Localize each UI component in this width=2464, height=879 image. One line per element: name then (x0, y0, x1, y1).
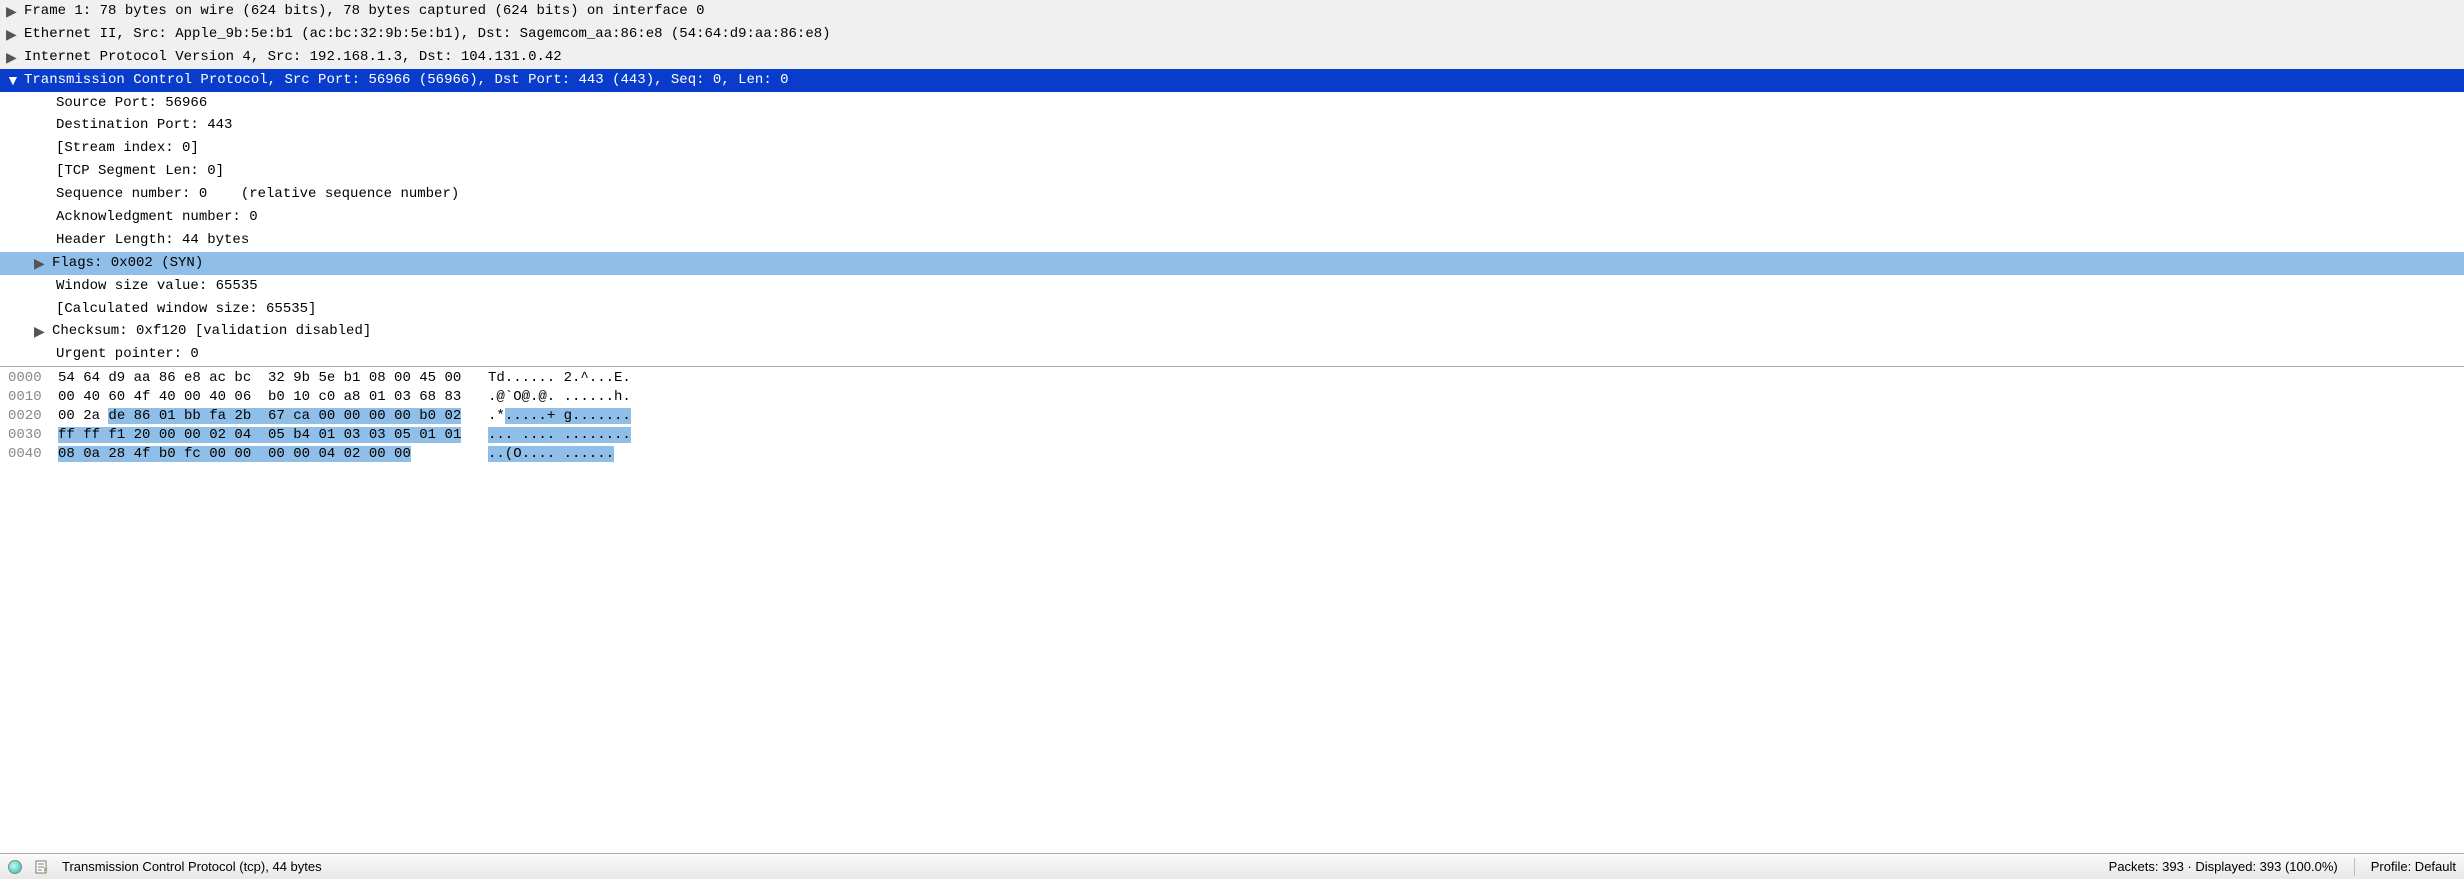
tree-item-src-port[interactable]: Source Port: 56966 (0, 92, 2464, 115)
hex-offset: 0040 (8, 445, 58, 464)
hex-bytes[interactable]: 00 2a de 86 01 bb fa 2b 67 ca 00 00 00 0… (58, 407, 488, 426)
hex-ascii-highlight: .....+ g....... (505, 408, 631, 424)
capture-status-led-icon[interactable] (8, 860, 22, 874)
tree-item-seq[interactable]: Sequence number: 0 (relative sequence nu… (0, 183, 2464, 206)
tree-item-stream-index[interactable]: [Stream index: 0] (0, 137, 2464, 160)
tree-label: Urgent pointer: 0 (56, 345, 199, 364)
hex-row[interactable]: 0030ff ff f1 20 00 00 02 04 05 b4 01 03 … (8, 426, 2464, 445)
hex-row[interactable]: 001000 40 60 4f 40 00 40 06 b0 10 c0 a8 … (8, 388, 2464, 407)
tree-label: Acknowledgment number: 0 (56, 208, 258, 227)
hex-bytes-highlight: ff ff f1 20 00 00 02 04 05 b4 01 03 03 0… (58, 427, 461, 443)
tree-label: Window size value: 65535 (56, 277, 258, 296)
hex-ascii[interactable]: .*.....+ g....... (488, 407, 631, 426)
tree-label: Internet Protocol Version 4, Src: 192.16… (24, 48, 562, 67)
tree-item-checksum[interactable]: ▶ Checksum: 0xf120 [validation disabled] (0, 320, 2464, 343)
hex-offset: 0020 (8, 407, 58, 426)
expert-info-icon[interactable] (34, 859, 50, 875)
hex-offset: 0030 (8, 426, 58, 445)
hex-bytes-highlight: de 86 01 bb fa 2b 67 ca 00 00 00 00 b0 0… (108, 408, 461, 424)
hex-offset: 0010 (8, 388, 58, 407)
status-field-text[interactable]: Transmission Control Protocol (tcp), 44 … (62, 859, 322, 874)
tree-item-urgent-pointer[interactable]: Urgent pointer: 0 (0, 343, 2464, 366)
hex-bytes-highlight: 08 0a 28 4f b0 fc 00 00 00 00 04 02 00 0… (58, 446, 411, 462)
packet-details-pane[interactable]: ▶ Frame 1: 78 bytes on wire (624 bits), … (0, 0, 2464, 366)
chevron-right-icon[interactable]: ▶ (6, 25, 24, 44)
tree-item-segment-len[interactable]: [TCP Segment Len: 0] (0, 160, 2464, 183)
tree-item-frame[interactable]: ▶ Frame 1: 78 bytes on wire (624 bits), … (0, 0, 2464, 23)
tree-item-header-length[interactable]: Header Length: 44 bytes (0, 229, 2464, 252)
tree-label: Header Length: 44 bytes (56, 231, 249, 250)
tree-label: Frame 1: 78 bytes on wire (624 bits), 78… (24, 2, 705, 21)
tree-item-ethernet[interactable]: ▶ Ethernet II, Src: Apple_9b:5e:b1 (ac:b… (0, 23, 2464, 46)
tree-label: Destination Port: 443 (56, 116, 232, 135)
hex-ascii-highlight: ..(O.... ...... (488, 446, 614, 462)
hex-ascii[interactable]: .@`O@.@. ......h. (488, 388, 631, 407)
hex-ascii[interactable]: ..(O.... ...... (488, 445, 614, 464)
hex-offset: 0000 (8, 369, 58, 388)
tree-item-ip[interactable]: ▶ Internet Protocol Version 4, Src: 192.… (0, 46, 2464, 69)
tree-label: Source Port: 56966 (56, 94, 207, 113)
hex-row[interactable]: 002000 2a de 86 01 bb fa 2b 67 ca 00 00 … (8, 407, 2464, 426)
tree-item-window-size[interactable]: Window size value: 65535 (0, 275, 2464, 298)
hex-row[interactable]: 000054 64 d9 aa 86 e8 ac bc 32 9b 5e b1 … (8, 369, 2464, 388)
hex-bytes[interactable]: 08 0a 28 4f b0 fc 00 00 00 00 04 02 00 0… (58, 445, 488, 464)
tree-label: Sequence number: 0 (relative sequence nu… (56, 185, 459, 204)
hex-ascii-highlight: ... .... ........ (488, 427, 631, 443)
hex-ascii[interactable]: Td...... 2.^...E. (488, 369, 631, 388)
hex-bytes[interactable]: 54 64 d9 aa 86 e8 ac bc 32 9b 5e b1 08 0… (58, 369, 488, 388)
chevron-right-icon[interactable]: ▶ (6, 48, 24, 67)
status-separator (2354, 858, 2355, 876)
status-packets[interactable]: Packets: 393 · Displayed: 393 (100.0%) (2109, 859, 2338, 874)
tree-label: [Stream index: 0] (56, 139, 199, 158)
hex-bytes[interactable]: 00 40 60 4f 40 00 40 06 b0 10 c0 a8 01 0… (58, 388, 488, 407)
chevron-down-icon[interactable]: ▼ (6, 71, 24, 90)
tree-item-calc-window-size[interactable]: [Calculated window size: 65535] (0, 298, 2464, 321)
chevron-right-icon[interactable]: ▶ (34, 322, 52, 341)
hex-bytes[interactable]: ff ff f1 20 00 00 02 04 05 b4 01 03 03 0… (58, 426, 488, 445)
chevron-right-icon[interactable]: ▶ (6, 2, 24, 21)
chevron-right-icon[interactable]: ▶ (34, 254, 52, 273)
status-bar: Transmission Control Protocol (tcp), 44 … (0, 853, 2464, 879)
tree-label: Ethernet II, Src: Apple_9b:5e:b1 (ac:bc:… (24, 25, 831, 44)
tree-item-ack[interactable]: Acknowledgment number: 0 (0, 206, 2464, 229)
tree-label: Flags: 0x002 (SYN) (52, 254, 203, 273)
tree-item-tcp[interactable]: ▼ Transmission Control Protocol, Src Por… (0, 69, 2464, 92)
hex-ascii[interactable]: ... .... ........ (488, 426, 631, 445)
tree-item-flags[interactable]: ▶ Flags: 0x002 (SYN) (0, 252, 2464, 275)
tree-label: [Calculated window size: 65535] (56, 300, 316, 319)
tree-label: Checksum: 0xf120 [validation disabled] (52, 322, 371, 341)
tree-label: [TCP Segment Len: 0] (56, 162, 224, 181)
tree-label: Transmission Control Protocol, Src Port:… (24, 71, 789, 90)
hex-dump-pane[interactable]: 000054 64 d9 aa 86 e8 ac bc 32 9b 5e b1 … (0, 366, 2464, 853)
tree-item-dst-port[interactable]: Destination Port: 443 (0, 114, 2464, 137)
status-profile[interactable]: Profile: Default (2371, 859, 2456, 874)
hex-row[interactable]: 004008 0a 28 4f b0 fc 00 00 00 00 04 02 … (8, 445, 2464, 464)
